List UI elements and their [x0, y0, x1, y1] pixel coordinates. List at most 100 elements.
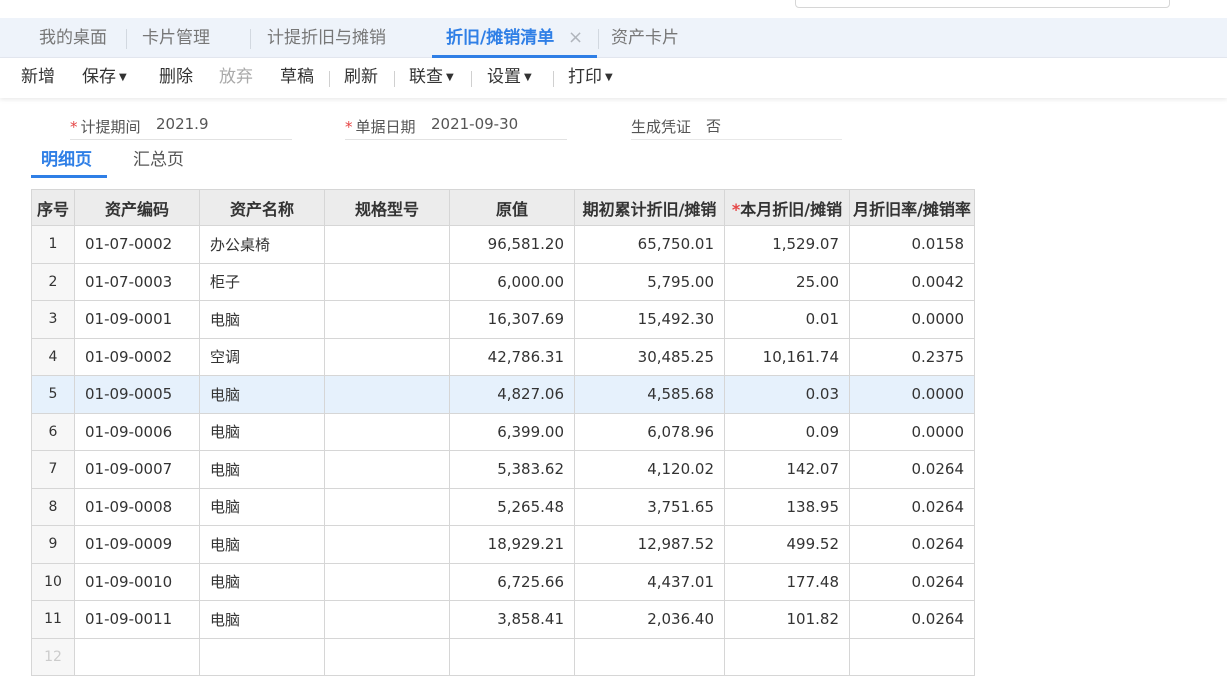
tab-depreciation-calc[interactable]: 计提折旧与摊销	[267, 18, 386, 58]
table-cell[interactable]: 3,858.41	[449, 600, 575, 639]
table-cell[interactable]: 电脑	[199, 375, 325, 414]
table-cell[interactable]: 01-09-0006	[74, 412, 200, 451]
table-cell[interactable]: 0.0042	[849, 262, 975, 301]
table-cell[interactable]: 01-09-0009	[74, 525, 200, 564]
table-cell[interactable]	[849, 637, 975, 676]
global-search-box[interactable]	[795, 0, 1170, 8]
table-cell[interactable]: 1,529.07	[724, 225, 850, 264]
table-cell[interactable]	[724, 637, 850, 676]
table-cell[interactable]: 5,795.00	[574, 262, 725, 301]
table-cell[interactable]: 5,265.48	[449, 487, 575, 526]
table-cell[interactable]: 4,437.01	[574, 562, 725, 601]
column-header[interactable]: 序号	[31, 189, 75, 226]
table-cell[interactable]: 10,161.74	[724, 337, 850, 376]
table-cell[interactable]: 0.0000	[849, 300, 975, 339]
table-cell[interactable]: 42,786.31	[449, 337, 575, 376]
row-number-cell[interactable]: 5	[31, 375, 75, 414]
table-cell[interactable]	[324, 337, 450, 376]
table-cell[interactable]: 0.0264	[849, 600, 975, 639]
table-cell[interactable]: 6,725.66	[449, 562, 575, 601]
period-field[interactable]: * 计提期间 2021.9	[70, 110, 292, 140]
table-cell[interactable]	[199, 637, 325, 676]
table-row[interactable]: 11 01-09-0011 电脑 3,858.41 2,036.40 101.82 0.02…	[31, 600, 975, 639]
row-number-cell[interactable]: 4	[31, 337, 75, 376]
table-cell[interactable]: 2,036.40	[574, 600, 725, 639]
table-cell[interactable]: 办公桌椅	[199, 225, 325, 264]
table-cell[interactable]	[324, 450, 450, 489]
column-header[interactable]: 规格型号	[324, 189, 450, 226]
link-query-button[interactable]: 联查 ▼	[409, 58, 454, 96]
table-cell[interactable]: 499.52	[724, 525, 850, 564]
table-cell[interactable]: 01-09-0005	[74, 375, 200, 414]
table-cell[interactable]: 电脑	[199, 600, 325, 639]
settings-button[interactable]: 设置 ▼	[487, 58, 532, 96]
tab-card-management[interactable]: 卡片管理	[142, 18, 210, 58]
row-number-cell[interactable]: 2	[31, 262, 75, 301]
table-cell[interactable]	[324, 225, 450, 264]
table-cell[interactable]: 01-09-0008	[74, 487, 200, 526]
close-icon[interactable]: ×	[568, 18, 583, 58]
table-cell[interactable]: 6,078.96	[574, 412, 725, 451]
column-header[interactable]: 原值	[449, 189, 575, 226]
table-cell[interactable]: 01-07-0002	[74, 225, 200, 264]
table-cell[interactable]: 01-07-0003	[74, 262, 200, 301]
row-number-cell[interactable]: 11	[31, 600, 75, 639]
table-cell[interactable]: 12,987.52	[574, 525, 725, 564]
table-row[interactable]: 1 01-07-0002 办公桌椅 96,581.20 65,750.01 1,529.0…	[31, 225, 975, 264]
row-number-cell[interactable]: 9	[31, 525, 75, 564]
table-row[interactable]: 12	[31, 637, 975, 676]
table-row[interactable]: 7 01-09-0007 电脑 5,383.62 4,120.02 142.07 0.026…	[31, 450, 975, 489]
column-header-required[interactable]: *本月折旧/摊销	[724, 189, 850, 226]
table-cell[interactable]	[324, 300, 450, 339]
table-cell[interactable]: 01-09-0011	[74, 600, 200, 639]
table-row[interactable]: 9 01-09-0009 电脑 18,929.21 12,987.52 499.52 0.0…	[31, 525, 975, 564]
table-cell[interactable]: 142.07	[724, 450, 850, 489]
table-cell[interactable]: 01-09-0002	[74, 337, 200, 376]
table-cell[interactable]: 电脑	[199, 412, 325, 451]
table-cell[interactable]: 空调	[199, 337, 325, 376]
table-cell[interactable]: 65,750.01	[574, 225, 725, 264]
table-cell[interactable]: 101.82	[724, 600, 850, 639]
table-cell[interactable]: 01-09-0010	[74, 562, 200, 601]
row-number-cell[interactable]: 8	[31, 487, 75, 526]
table-row[interactable]: 10 01-09-0010 电脑 6,725.66 4,437.01 177.48 0.02…	[31, 562, 975, 601]
table-row[interactable]: 4 01-09-0002 空调 42,786.31 30,485.25 10,161.74…	[31, 337, 975, 376]
table-row[interactable]: 5 01-09-0005 电脑 4,827.06 4,585.68 0.03 0.0000	[31, 375, 975, 414]
new-button[interactable]: 新增	[21, 58, 55, 96]
row-number-cell[interactable]: 1	[31, 225, 75, 264]
table-cell[interactable]	[324, 412, 450, 451]
table-cell[interactable]	[324, 525, 450, 564]
column-header[interactable]: 期初累计折旧/摊销	[574, 189, 725, 226]
table-cell[interactable]: 0.0264	[849, 450, 975, 489]
table-cell[interactable]: 16,307.69	[449, 300, 575, 339]
table-cell[interactable]: 电脑	[199, 562, 325, 601]
table-cell[interactable]: 0.0000	[849, 412, 975, 451]
table-cell[interactable]	[324, 487, 450, 526]
table-cell[interactable]: 电脑	[199, 300, 325, 339]
table-cell[interactable]: 0.09	[724, 412, 850, 451]
table-cell[interactable]: 0.03	[724, 375, 850, 414]
table-cell[interactable]: 5,383.62	[449, 450, 575, 489]
row-number-cell[interactable]: 6	[31, 412, 75, 451]
table-cell[interactable]: 30,485.25	[574, 337, 725, 376]
document-date-field[interactable]: * 单据日期 2021-09-30	[345, 110, 567, 140]
table-cell[interactable]: 01-09-0001	[74, 300, 200, 339]
table-cell[interactable]	[74, 637, 200, 676]
table-cell[interactable]: 177.48	[724, 562, 850, 601]
table-cell[interactable]: 0.0264	[849, 525, 975, 564]
table-cell[interactable]	[324, 562, 450, 601]
table-cell[interactable]: 柜子	[199, 262, 325, 301]
table-cell[interactable]: 6,399.00	[449, 412, 575, 451]
table-cell[interactable]: 15,492.30	[574, 300, 725, 339]
table-row[interactable]: 8 01-09-0008 电脑 5,265.48 3,751.65 138.95 0.026…	[31, 487, 975, 526]
table-cell[interactable]: 3,751.65	[574, 487, 725, 526]
draft-button[interactable]: 草稿	[280, 58, 314, 96]
table-cell[interactable]: 01-09-0007	[74, 450, 200, 489]
table-cell[interactable]: 25.00	[724, 262, 850, 301]
table-cell[interactable]	[324, 637, 450, 676]
row-number-cell[interactable]: 12	[31, 637, 75, 676]
table-cell[interactable]: 0.0158	[849, 225, 975, 264]
table-cell[interactable]: 4,120.02	[574, 450, 725, 489]
discard-button[interactable]: 放弃	[219, 58, 253, 96]
table-cell[interactable]	[574, 637, 725, 676]
